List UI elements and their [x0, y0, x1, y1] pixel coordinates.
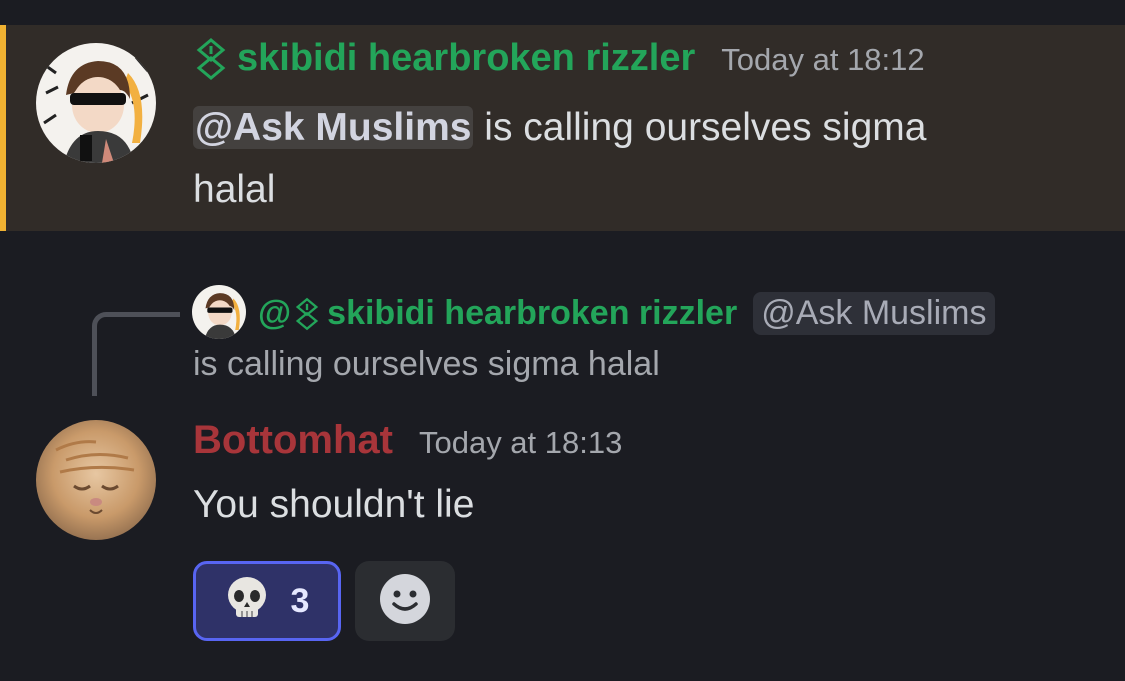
username[interactable]: skibidi hearbroken rizzler — [237, 37, 695, 80]
message-header: skibidi hearbroken rizzler Today at 18:1… — [193, 37, 925, 80]
username[interactable]: Bottomhat — [193, 418, 393, 463]
reaction-count: 3 — [290, 581, 310, 620]
message-text-line2: halal — [193, 168, 276, 211]
user-mention[interactable]: @Ask Muslims — [193, 106, 474, 149]
message-text: is calling ourselves sigma — [473, 106, 927, 149]
reply-avatar[interactable] — [192, 285, 246, 339]
message-header: Bottomhat Today at 18:13 — [193, 418, 622, 463]
avatar[interactable] — [36, 420, 156, 540]
reply-spine — [92, 312, 180, 396]
reply-preview-text[interactable]: is calling ourselves sigma halal — [193, 345, 660, 384]
timestamp: Today at 18:12 — [721, 42, 925, 77]
reply-mention[interactable]: @Ask Muslims — [753, 292, 995, 335]
message-content: You shouldn't lie — [193, 483, 475, 526]
avatar[interactable] — [36, 43, 156, 163]
message-highlighted: skibidi hearbroken rizzler Today at 18:1… — [0, 25, 1125, 231]
reply-username[interactable]: skibidi hearbroken rizzler — [327, 294, 737, 333]
add-reaction-button[interactable] — [355, 561, 455, 641]
role-glyph-icon — [293, 295, 321, 333]
reply-at-sign: @ — [258, 294, 292, 332]
mention-highlight-bar — [0, 25, 6, 231]
timestamp: Today at 18:13 — [418, 425, 623, 460]
reply-header[interactable]: @ skibidi hearbroken rizzler @Ask Muslim… — [258, 292, 995, 335]
add-reaction-icon — [379, 573, 431, 630]
skull-emoji — [225, 575, 269, 628]
role-glyph-icon — [193, 37, 229, 80]
message-content: @Ask Muslims is calling ourselves sigma … — [193, 97, 1093, 221]
reaction-skull[interactable]: 3 — [193, 561, 341, 641]
